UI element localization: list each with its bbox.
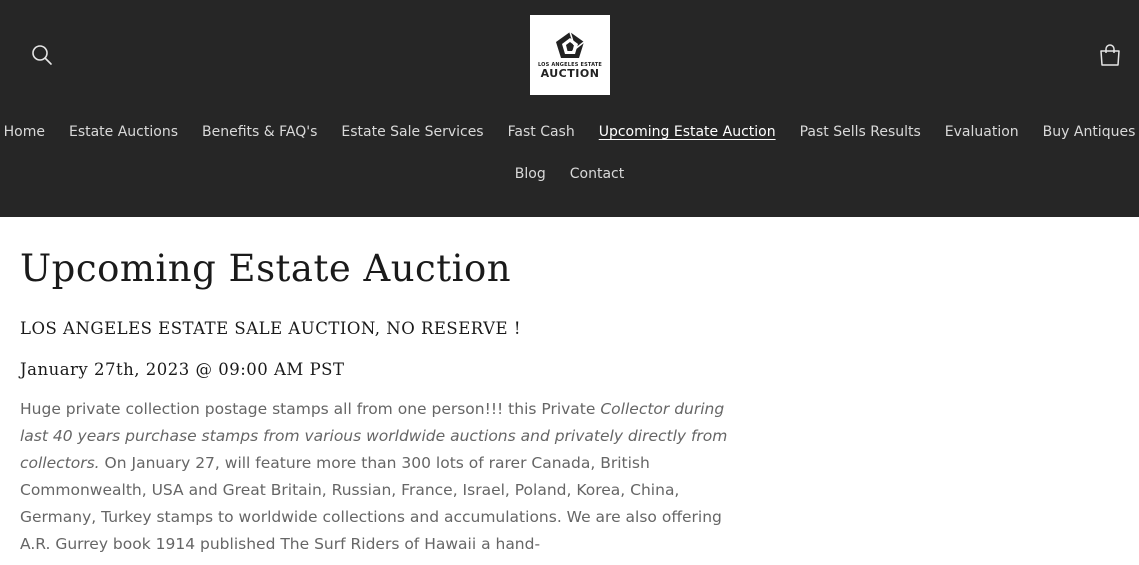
search-icon	[32, 45, 52, 65]
nav-benefits-faq[interactable]: Benefits & FAQ's	[190, 124, 329, 140]
cart-icon	[1100, 44, 1120, 66]
site-logo[interactable]: LOS ANGELES ESTATE AUCTION	[530, 15, 610, 95]
description-text-1: Huge private collection postage stamps a…	[20, 400, 601, 418]
logo-text-main: AUCTION	[540, 67, 600, 80]
description-text-2: On January 27, will feature more than 30…	[20, 454, 722, 553]
main-nav: Home Estate Auctions Benefits & FAQ's Es…	[0, 124, 1139, 140]
nav-past-sells-results[interactable]: Past Sells Results	[788, 124, 933, 140]
nav-upcoming-estate-auction[interactable]: Upcoming Estate Auction	[587, 124, 788, 140]
auction-subheading: LOS ANGELES ESTATE SALE AUCTION, NO RESE…	[20, 319, 521, 338]
site-header: LOS ANGELES ESTATE AUCTION Home Estate A…	[0, 0, 1139, 217]
cart-button[interactable]	[1097, 42, 1123, 68]
main-content: Upcoming Estate Auction LOS ANGELES ESTA…	[20, 217, 780, 558]
search-button[interactable]	[30, 43, 54, 67]
pentagon-logo-icon	[556, 31, 585, 58]
nav-estate-sale-services[interactable]: Estate Sale Services	[329, 124, 495, 140]
page-title: Upcoming Estate Auction	[20, 247, 512, 290]
nav-evaluation[interactable]: Evaluation	[933, 124, 1031, 140]
main-nav-row-2: Blog Contact	[0, 166, 1139, 182]
nav-estate-auctions[interactable]: Estate Auctions	[57, 124, 190, 140]
nav-blog[interactable]: Blog	[503, 166, 558, 182]
nav-fast-cash[interactable]: Fast Cash	[496, 124, 587, 140]
auction-date: January 27th, 2023 @ 09:00 AM PST	[20, 360, 345, 379]
nav-contact[interactable]: Contact	[558, 166, 636, 182]
auction-description: Huge private collection postage stamps a…	[20, 396, 755, 558]
nav-home[interactable]: Home	[0, 124, 57, 140]
nav-buy-antiques[interactable]: Buy Antiques	[1031, 124, 1139, 140]
